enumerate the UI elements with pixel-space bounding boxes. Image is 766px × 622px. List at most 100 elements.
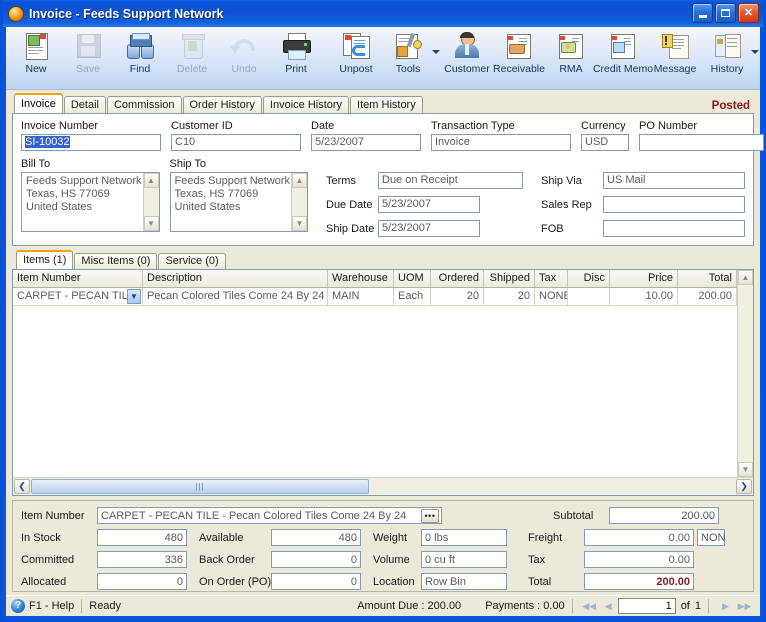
detail-total-value[interactable]: 200.00 — [584, 573, 694, 590]
detail-location-value[interactable]: Row Bin — [421, 573, 507, 590]
cell-tax[interactable]: NONE — [535, 288, 568, 306]
column-header-description[interactable]: Description — [143, 270, 328, 287]
tab-order-history[interactable]: Order History — [182, 96, 262, 113]
maximize-button[interactable] — [715, 3, 736, 23]
history-dropdown-arrow-icon[interactable] — [751, 50, 759, 54]
detail-freight-tax-code[interactable]: NON — [697, 529, 725, 546]
help-icon[interactable]: ? — [11, 599, 25, 613]
scroll-down-icon[interactable]: ▼ — [738, 462, 753, 477]
fob-input[interactable] — [603, 220, 745, 237]
cell-item-number[interactable]: CARPET - PECAN TILE ▼ — [13, 288, 143, 306]
detail-subtotal-value[interactable]: 200.00 — [609, 507, 719, 524]
detail-back-order-value[interactable]: 0 — [271, 551, 361, 568]
column-header-tax[interactable]: Tax — [535, 270, 568, 287]
cell-ordered[interactable]: 20 — [431, 288, 484, 306]
toolbar-recap-button[interactable]: Recap — [760, 27, 766, 75]
column-header-item-number[interactable]: Item Number — [13, 270, 143, 287]
toolbar-unpost-button[interactable]: Unpost — [330, 27, 382, 75]
grid-tab-service[interactable]: Service (0) — [158, 253, 226, 269]
toolbar-rma-button[interactable]: RMA — [545, 27, 597, 75]
cell-disc[interactable] — [568, 288, 610, 306]
column-header-uom[interactable]: UOM — [394, 270, 431, 287]
toolbar-message-button[interactable]: Message — [649, 27, 701, 75]
detail-committed-value[interactable]: 336 — [97, 551, 187, 568]
toolbar-print-button[interactable]: Print — [270, 27, 322, 75]
toolbar-delete-button[interactable]: Delete — [166, 27, 218, 75]
scroll-down-icon[interactable]: ▼ — [143, 216, 159, 231]
date-input[interactable]: 5/23/2007 — [311, 134, 421, 151]
table-row[interactable]: CARPET - PECAN TILE ▼ Pecan Colored Tile… — [13, 288, 737, 306]
terms-input[interactable]: Due on Receipt — [378, 172, 523, 189]
tab-detail[interactable]: Detail — [63, 96, 106, 113]
nav-next-button[interactable]: ▶ — [717, 599, 734, 614]
detail-volume-value[interactable]: 0 cu ft — [421, 551, 507, 568]
scroll-up-icon[interactable]: ▲ — [292, 173, 307, 188]
toolbar-customer-button[interactable]: Customer — [441, 27, 493, 75]
column-header-disc[interactable]: Disc — [568, 270, 610, 287]
detail-freight-value[interactable]: 0.00 — [584, 529, 694, 546]
cell-price[interactable]: 10.00 — [610, 288, 678, 306]
hscroll-track[interactable]: ||| — [31, 479, 735, 494]
tab-invoice[interactable]: Invoice — [14, 93, 63, 113]
grid-tab-misc-items[interactable]: Misc Items (0) — [74, 253, 158, 269]
tab-item-history[interactable]: Item History — [350, 96, 423, 113]
grid-tab-items[interactable]: Items (1) — [16, 250, 74, 269]
cell-shipped[interactable]: 20 — [484, 288, 535, 306]
scroll-right-icon[interactable]: ❯ — [736, 479, 752, 494]
column-header-price[interactable]: Price — [610, 270, 678, 287]
transaction-type-input[interactable]: Invoice — [431, 134, 571, 151]
scroll-up-icon[interactable]: ▲ — [143, 173, 159, 188]
cell-warehouse[interactable]: MAIN — [328, 288, 394, 306]
minimize-button[interactable] — [692, 3, 713, 23]
scroll-left-icon[interactable]: ❮ — [14, 479, 30, 494]
bill-to-scrollbar[interactable]: ▲ ▼ — [142, 173, 159, 231]
cell-uom[interactable]: Each — [394, 288, 431, 306]
invoice-number-input[interactable]: SI-10032 — [21, 134, 161, 151]
toolbar-new-button[interactable]: New — [10, 27, 62, 75]
hscroll-thumb[interactable]: ||| — [31, 479, 369, 494]
status-help-text[interactable]: F1 - Help — [29, 600, 74, 612]
toolbar-find-button[interactable]: Find — [114, 27, 166, 75]
detail-available-value[interactable]: 480 — [271, 529, 361, 546]
browse-ellipsis-button[interactable]: ••• — [421, 509, 439, 523]
due-date-input[interactable]: 5/23/2007 — [378, 196, 480, 213]
column-header-total[interactable]: Total — [678, 270, 737, 287]
column-header-shipped[interactable]: Shipped — [484, 270, 535, 287]
grid-horizontal-scrollbar[interactable]: ❮ ||| ❯ — [13, 477, 753, 495]
column-header-warehouse[interactable]: Warehouse — [328, 270, 394, 287]
tab-commission[interactable]: Commission — [106, 96, 182, 113]
ship-via-input[interactable]: US Mail — [603, 172, 745, 189]
bill-to-textarea[interactable]: Feeds Support Network Texas, HS 77069 Un… — [21, 172, 160, 232]
cell-description[interactable]: Pecan Colored Tiles Come 24 By 24 — [143, 288, 328, 306]
sales-rep-input[interactable] — [603, 196, 745, 213]
scroll-down-icon[interactable]: ▼ — [292, 216, 307, 231]
toolbar-credit-memo-button[interactable]: Credit Memo — [593, 27, 653, 75]
grid-vertical-scrollbar[interactable]: ▲ ▼ — [737, 270, 753, 477]
column-header-ordered[interactable]: Ordered — [431, 270, 484, 287]
nav-first-button[interactable]: ◀◀ — [581, 599, 598, 614]
tab-invoice-history[interactable]: Invoice History — [262, 96, 350, 113]
detail-allocated-value[interactable]: 0 — [97, 573, 187, 590]
toolbar-undo-button[interactable]: Undo — [218, 27, 270, 75]
chevron-down-icon[interactable]: ▼ — [127, 289, 141, 304]
cell-total[interactable]: 200.00 — [678, 288, 737, 306]
detail-item-number-input[interactable]: CARPET - PECAN TILE - Pecan Colored Tile… — [97, 507, 442, 524]
ship-date-input[interactable]: 5/23/2007 — [378, 220, 480, 237]
ship-to-scrollbar[interactable]: ▲ ▼ — [291, 173, 307, 231]
toolbar-tools-button[interactable]: Tools — [382, 27, 434, 75]
po-number-input[interactable] — [639, 134, 764, 151]
page-number-input[interactable]: 1 — [617, 598, 676, 614]
customer-id-input[interactable]: C10 — [171, 134, 301, 151]
detail-in-stock-value[interactable]: 480 — [97, 529, 187, 546]
scroll-up-icon[interactable]: ▲ — [738, 270, 753, 285]
tools-dropdown-arrow-icon[interactable] — [432, 50, 440, 54]
toolbar-receivable-button[interactable]: Receivable — [493, 27, 545, 75]
detail-weight-value[interactable]: 0 lbs — [421, 529, 507, 546]
currency-input[interactable]: USD — [581, 134, 629, 151]
nav-prev-button[interactable]: ◀ — [600, 599, 617, 614]
detail-on-order-po-value[interactable]: 0 — [271, 573, 361, 590]
detail-tax-value[interactable]: 0.00 — [584, 551, 694, 568]
nav-last-button[interactable]: ▶▶ — [736, 599, 753, 614]
ship-to-textarea[interactable]: Feeds Support Network Texas, HS 77069 Un… — [169, 172, 308, 232]
toolbar-history-button[interactable]: History — [701, 27, 753, 75]
